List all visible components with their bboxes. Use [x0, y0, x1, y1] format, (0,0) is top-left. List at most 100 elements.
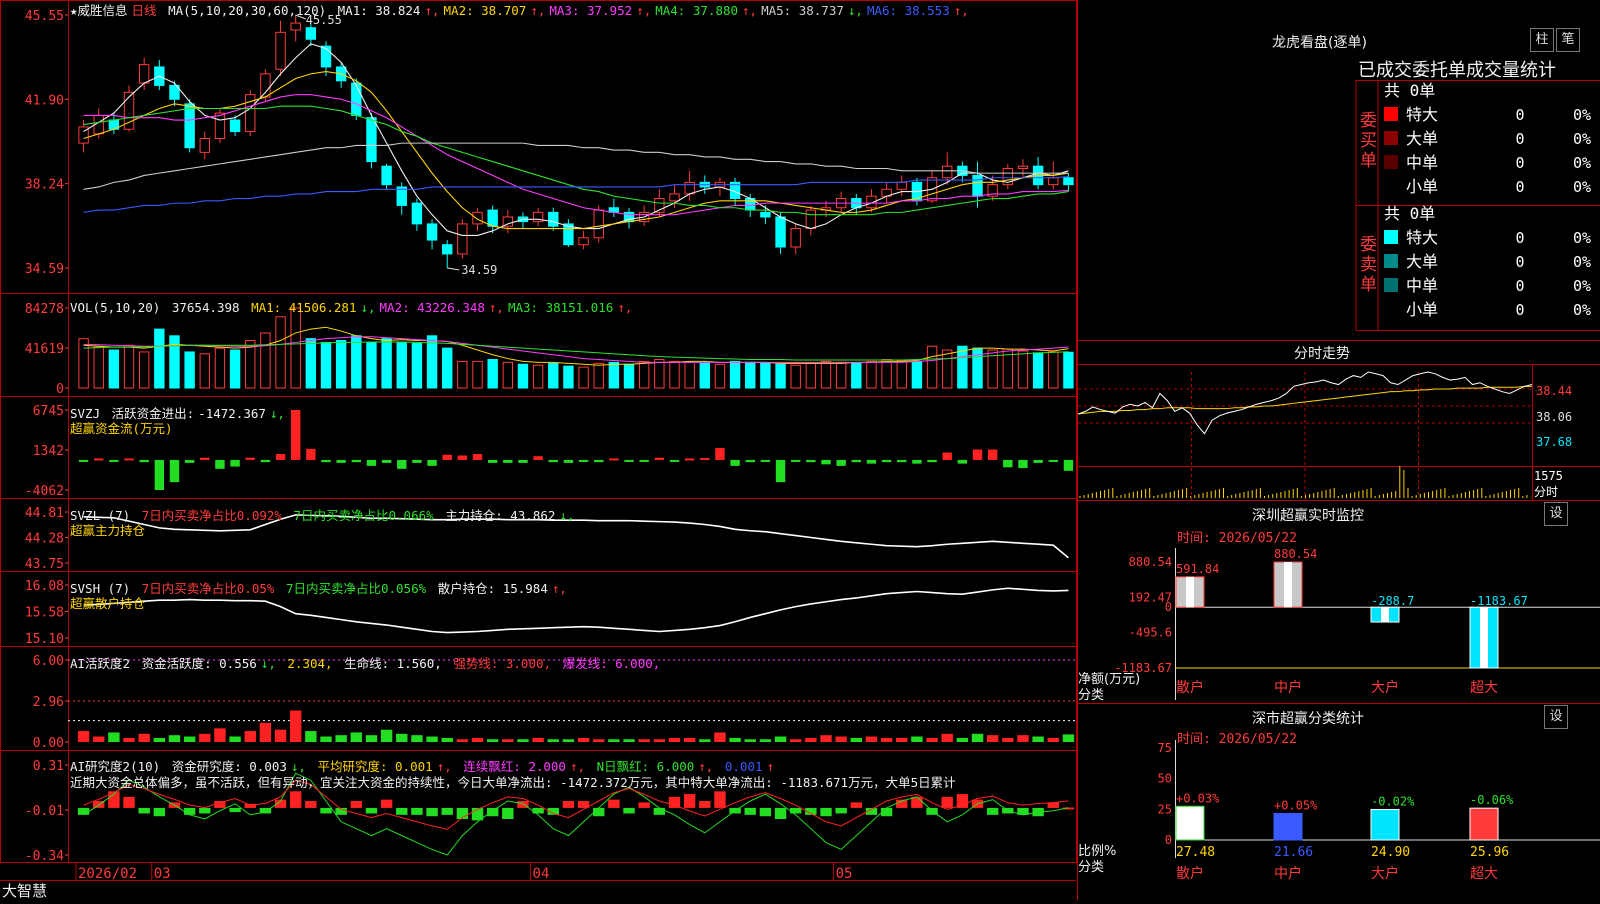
- activity-bar[interactable]: [668, 737, 681, 742]
- volume-bar[interactable]: [78, 338, 89, 389]
- fund-flow-bar[interactable]: [366, 459, 377, 466]
- fund-flow-bar[interactable]: [760, 459, 771, 462]
- volume-bar[interactable]: [138, 351, 150, 389]
- research-bar[interactable]: [774, 807, 787, 819]
- column-view-button[interactable]: 柱: [1530, 28, 1554, 52]
- fund-flow-bar[interactable]: [563, 459, 574, 463]
- candle[interactable]: [760, 211, 771, 218]
- fund-flow-bar[interactable]: [154, 459, 165, 490]
- activity-bar[interactable]: [835, 736, 847, 742]
- research-bar[interactable]: [562, 801, 575, 808]
- volume-bar[interactable]: [760, 362, 771, 389]
- activity-bar[interactable]: [502, 739, 514, 742]
- research-bar[interactable]: [426, 807, 438, 817]
- volume-bar[interactable]: [835, 361, 847, 389]
- activity-bar[interactable]: [335, 735, 347, 742]
- activity-bar[interactable]: [729, 737, 741, 742]
- fund-flow-bar[interactable]: [94, 458, 104, 461]
- volume-bar[interactable]: [457, 360, 468, 389]
- volume-bar[interactable]: [699, 362, 710, 389]
- fund-flow-bar[interactable]: [669, 459, 680, 462]
- fund-flow-bar[interactable]: [427, 459, 437, 466]
- fund-flow-bar[interactable]: [169, 459, 180, 483]
- fund-flow-bar[interactable]: [897, 459, 907, 463]
- fund-flow-bar[interactable]: [987, 449, 998, 460]
- stock-title[interactable]: ★威胜信息: [70, 3, 128, 18]
- research-bar[interactable]: [850, 802, 862, 808]
- activity-bar[interactable]: [653, 739, 666, 742]
- volume-bar[interactable]: [229, 349, 241, 389]
- volume-bar[interactable]: [351, 335, 362, 389]
- research-bar[interactable]: [623, 807, 635, 814]
- volume-bar[interactable]: [805, 362, 817, 389]
- fund-flow-bar[interactable]: [1063, 459, 1074, 471]
- activity-bar[interactable]: [577, 737, 590, 742]
- volume-bar[interactable]: [93, 346, 104, 389]
- candle[interactable]: [775, 216, 786, 248]
- activity-bar[interactable]: [183, 736, 196, 742]
- fund-flow-bar[interactable]: [381, 459, 392, 463]
- candle[interactable]: [290, 22, 301, 31]
- activity-bar[interactable]: [956, 737, 969, 742]
- activity-bar[interactable]: [880, 737, 893, 742]
- fund-flow-bar[interactable]: [260, 459, 271, 463]
- volume-bar[interactable]: [942, 349, 953, 389]
- fund-flow-bar[interactable]: [200, 457, 210, 460]
- volume-bar[interactable]: [108, 349, 120, 389]
- sz-class-bar[interactable]: [1273, 812, 1303, 841]
- candle[interactable]: [411, 202, 423, 225]
- fund-flow-bar[interactable]: [881, 459, 892, 463]
- research-bar[interactable]: [986, 807, 999, 815]
- candle[interactable]: [214, 112, 226, 139]
- activity-bar[interactable]: [926, 737, 938, 742]
- fund-flow-bar[interactable]: [594, 459, 604, 463]
- activity-bar[interactable]: [456, 739, 469, 742]
- research-bar[interactable]: [532, 807, 544, 814]
- fund-flow-bar[interactable]: [866, 459, 877, 464]
- research-bar[interactable]: [153, 807, 166, 817]
- volume-bar[interactable]: [714, 363, 726, 389]
- activity-bar[interactable]: [441, 737, 453, 742]
- activity-bar[interactable]: [714, 732, 726, 742]
- activity-bar[interactable]: [486, 739, 499, 742]
- sz-class-bar[interactable]: [1175, 805, 1205, 841]
- volume-bar[interactable]: [790, 364, 801, 389]
- fund-flow-bar[interactable]: [215, 459, 225, 469]
- candle[interactable]: [972, 174, 983, 197]
- fund-flow-bar[interactable]: [927, 459, 937, 463]
- volume-bar[interactable]: [578, 366, 589, 389]
- activity-bar[interactable]: [699, 739, 711, 742]
- activity-bar[interactable]: [638, 739, 650, 742]
- research-bar[interactable]: [380, 799, 393, 808]
- activity-bar[interactable]: [941, 733, 953, 742]
- candle[interactable]: [351, 82, 362, 116]
- volume-bar[interactable]: [926, 345, 938, 389]
- fund-flow-bar[interactable]: [412, 459, 422, 463]
- activity-bar[interactable]: [744, 739, 756, 742]
- volume-bar[interactable]: [1017, 350, 1029, 389]
- volume-bar[interactable]: [851, 362, 862, 389]
- volume-bar[interactable]: [623, 363, 635, 389]
- fund-flow-bar[interactable]: [351, 459, 361, 463]
- fund-flow-bar[interactable]: [912, 459, 922, 464]
- candle[interactable]: [426, 223, 438, 241]
- volume-bar[interactable]: [957, 345, 968, 389]
- candle[interactable]: [487, 209, 498, 227]
- activity-bar[interactable]: [199, 733, 211, 742]
- activity-bar[interactable]: [1002, 737, 1014, 742]
- volume-bar[interactable]: [411, 342, 423, 389]
- activity-bar[interactable]: [290, 710, 302, 742]
- volume-bar[interactable]: [820, 360, 832, 389]
- fund-flow-bar[interactable]: [1003, 459, 1013, 468]
- research-bar[interactable]: [608, 799, 620, 808]
- research-bar[interactable]: [653, 807, 666, 815]
- fund-flow-bar[interactable]: [321, 459, 331, 463]
- candle[interactable]: [472, 211, 483, 225]
- fund-flow-bar[interactable]: [442, 454, 452, 460]
- activity-bar[interactable]: [971, 733, 984, 742]
- activity-bar[interactable]: [911, 736, 923, 742]
- fund-flow-bar[interactable]: [245, 457, 255, 460]
- volume-bar[interactable]: [654, 359, 665, 389]
- volume-bar[interactable]: [1063, 351, 1074, 389]
- activity-bar[interactable]: [865, 736, 878, 742]
